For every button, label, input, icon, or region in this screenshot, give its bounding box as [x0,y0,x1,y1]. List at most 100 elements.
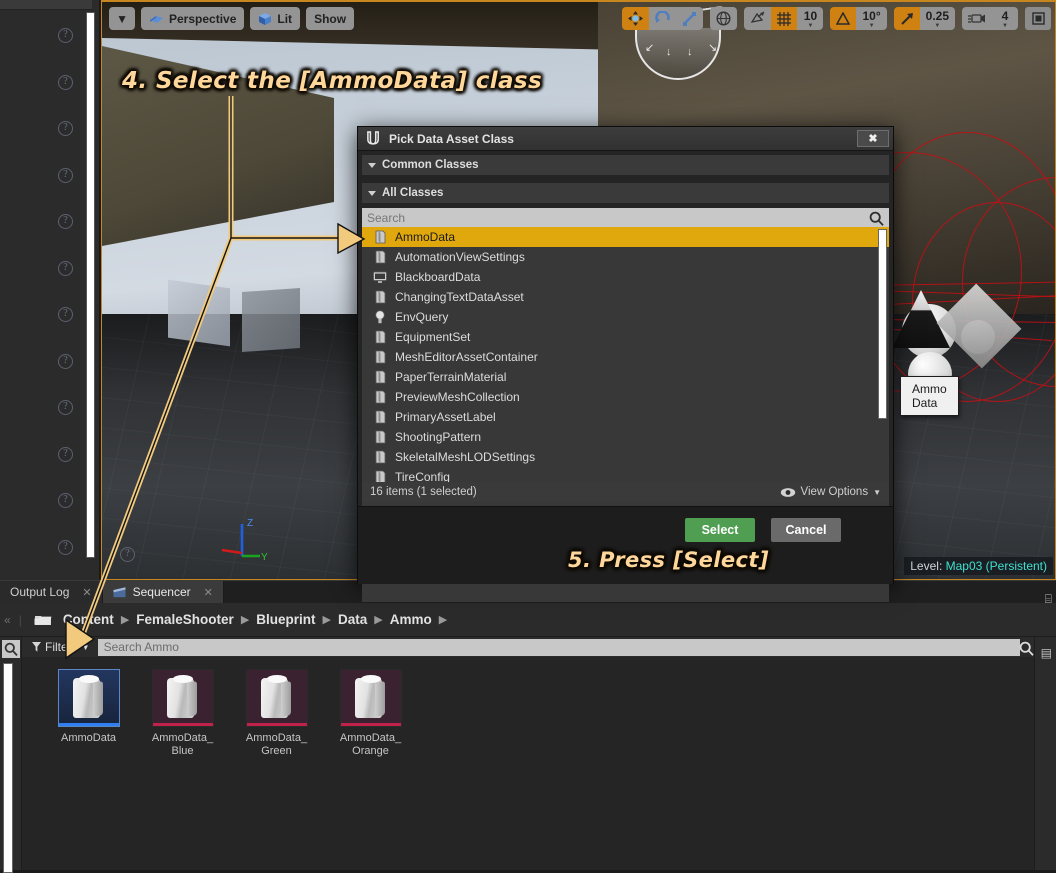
dialog-footer: Select Cancel [358,506,893,584]
viewport-help-icon[interactable]: ? [120,547,135,562]
pick-data-asset-class-dialog: 𝕌 Pick Data Asset Class ✖ Common Classes… [357,126,959,602]
annotation-step-4: 4. Select the [AmmoData] class [122,68,543,94]
level-name-value: Map03 (Persistent) [945,559,1047,573]
asset-label: AmmoData_ Blue [151,732,214,757]
camera-speed-icon[interactable] [962,7,992,30]
viewport-lit-button[interactable]: Lit [250,7,301,30]
breadcrumb-separator: ▶ [322,614,331,626]
viewport-show-label: Show [314,11,347,26]
breadcrumb-item-ammo[interactable]: Ammo [387,612,435,627]
data-asset-icon [372,350,388,364]
dialog-title-bar[interactable]: 𝕌 Pick Data Asset Class ✖ [358,127,893,151]
data-asset-icon [372,450,388,464]
section-all-classes[interactable]: All Classes [362,183,889,203]
grid-snap-icon[interactable] [771,7,798,30]
breadcrumb-item-data[interactable]: Data [335,612,370,627]
sources-scrollbar[interactable] [3,663,13,873]
select-button[interactable]: Select [685,518,755,542]
search-icon[interactable] [2,640,20,658]
asset-search-input[interactable]: Search Ammo [97,638,1020,656]
expand-triangle-icon [368,162,376,168]
breadcrumb-item-content[interactable]: Content [60,612,117,627]
content-sources-panel [0,637,22,873]
help-icon[interactable]: ? [58,539,73,555]
asset-type-bar [58,723,119,726]
help-icon[interactable]: ? [58,74,73,90]
tab-sequencer[interactable]: Sequencer ✕ [102,581,224,603]
viewport-lock-icon[interactable]: ⌸ [1045,592,1052,607]
class-list-item[interactable]: BlackboardData [362,267,889,287]
class-list-item[interactable]: AutomationViewSettings [362,247,889,267]
back-arrow-icon[interactable]: « [2,613,15,627]
viewport-perspective-button[interactable]: Perspective [141,7,245,30]
help-icon[interactable]: ? [58,353,73,369]
breadcrumb-item-femaleshooter[interactable]: FemaleShooter [133,612,237,627]
class-list-item[interactable]: EnvQuery [362,307,889,327]
class-search-row[interactable] [362,208,889,228]
class-list-scrollbar[interactable] [878,229,887,419]
grid-snap-value[interactable]: 10 ▼ [797,7,824,30]
eye-icon [780,487,795,497]
class-list-item[interactable]: PaperTerrainMaterial [362,367,889,387]
rail-top-bar [0,0,92,10]
close-icon[interactable]: ✕ [204,586,213,599]
close-button[interactable]: ✖ [857,130,889,147]
breadcrumb: « | Content ▶ FemaleShooter ▶ Blueprint … [0,603,1056,637]
surface-snap-icon[interactable] [744,7,772,30]
search-icon[interactable] [869,211,884,226]
help-icon[interactable]: ? [58,214,73,229]
class-list-item[interactable]: SkeletalMeshLODSettings [362,447,889,467]
move-tool-icon[interactable] [622,7,650,30]
class-list-item[interactable]: PrimaryAssetLabel [362,407,889,427]
asset-thumbnail [245,669,308,727]
asset-grid-panel: Filters ▼ Search Ammo AmmoData AmmoData_ … [22,637,1056,870]
breadcrumb-item-blueprint[interactable]: Blueprint [253,612,318,627]
scale-snap-icon[interactable] [893,7,920,30]
section-common-classes[interactable]: Common Classes [362,155,889,175]
angle-snap-icon[interactable] [830,7,857,30]
class-list-item-label: AmmoData [395,230,456,244]
filters-button[interactable]: Filters ▼ [32,640,90,654]
angle-snap-value[interactable]: 10° ▼ [856,7,887,30]
help-icon[interactable]: ? [58,167,73,183]
class-search-input[interactable] [367,211,869,225]
viewport-options-button[interactable]: ▼ [109,7,135,30]
close-icon[interactable]: ✕ [82,586,91,599]
tab-output-log[interactable]: Output Log ✕ [0,581,103,603]
class-list-item[interactable]: ShootingPattern [362,427,889,447]
data-asset-icon [372,390,388,404]
angle-snap-group: 10° ▼ [830,7,887,30]
viewport-show-button[interactable]: Show [306,7,355,30]
scale-tool-icon[interactable] [676,7,704,30]
class-list-item[interactable]: EquipmentSet [362,327,889,347]
class-list-item[interactable]: ChangingTextDataAsset [362,287,889,307]
view-options-label: View Options [800,486,869,498]
asset-item[interactable]: AmmoData_ Orange [334,669,407,758]
class-list-item-selected[interactable]: AmmoData [362,227,889,247]
help-icon[interactable]: ? [58,307,73,322]
rotate-tool-icon[interactable] [649,7,677,30]
content-browser-view-icon[interactable]: ▤ [1041,646,1052,660]
left-rail-scrollbar[interactable] [86,12,95,558]
class-list-item[interactable]: MeshEditorAssetContainer [362,347,889,367]
scale-snap-value[interactable]: 0.25 ▼ [919,7,955,30]
help-icon[interactable]: ? [58,400,73,415]
class-list-item-label: BlackboardData [395,270,481,284]
help-icon[interactable]: ? [58,121,73,136]
asset-item-selected[interactable]: AmmoData [52,669,125,758]
asset-item[interactable]: AmmoData_ Blue [146,669,219,758]
maximize-viewport-icon[interactable] [1025,7,1051,30]
skylight-arrow-icon: ↓ [687,45,693,58]
view-options-button[interactable]: View Options ▼ [780,486,881,498]
camera-speed-value[interactable]: 4 ▼ [992,7,1018,30]
globe-icon[interactable] [710,7,738,30]
cancel-button[interactable]: Cancel [771,518,841,542]
asset-item[interactable]: AmmoData_ Green [240,669,313,758]
help-icon[interactable]: ? [58,493,73,508]
class-list-item[interactable]: PreviewMeshCollection [362,387,889,407]
tab-sequencer-label: Sequencer [132,585,191,599]
help-icon[interactable]: ? [58,28,73,43]
help-icon[interactable]: ? [58,260,73,276]
help-icon[interactable]: ? [58,446,73,462]
asset-search-icon[interactable] [1018,640,1034,656]
